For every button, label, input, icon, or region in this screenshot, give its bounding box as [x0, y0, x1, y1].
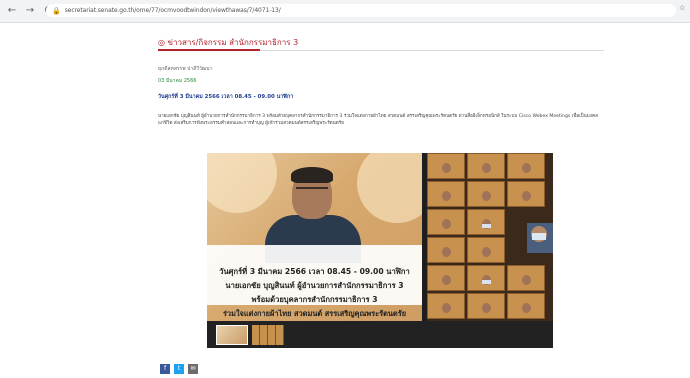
person-hair	[291, 167, 333, 183]
participant-tile	[427, 153, 465, 179]
video-call-photo[interactable]	[427, 153, 553, 321]
participant-tile	[467, 181, 505, 207]
person-glasses	[296, 187, 328, 195]
light-glow	[357, 153, 422, 223]
article-headline: วันศุกร์ที่ 3 มีนาคม 2566 เวลา 08.45 - 0…	[158, 94, 294, 100]
bookmark-star-icon[interactable]: ☆	[679, 4, 687, 12]
photo-gallery[interactable]: วันศุกร์ที่ 3 มีนาคม 2566 เวลา 08.45 - 0…	[207, 153, 553, 348]
article: ◎ ข่าวสาร/กิจกรรม สำนักกรรมาธิการ 3 ยุภด…	[158, 34, 604, 127]
participant-tile	[467, 209, 505, 235]
caption-line-2: นายเอกชัย บุญสินนท์ ผู้อำนวยการสำนักกรรม…	[225, 281, 404, 290]
caption-line-1: วันศุกร์ที่ 3 มีนาคม 2566 เวลา 08.45 - 0…	[219, 267, 410, 276]
participant-tile	[427, 181, 465, 207]
participant-tile	[467, 237, 505, 263]
participant-tile	[507, 153, 545, 179]
post-date: 03 มีนาคม 2566	[158, 78, 197, 84]
main-photo[interactable]: วันศุกร์ที่ 3 มีนาคม 2566 เวลา 08.45 - 0…	[207, 153, 422, 321]
email-share-button[interactable]: ✉	[188, 364, 198, 374]
section-header: ◎ ข่าวสาร/กิจกรรม สำนักกรรมาธิการ 3	[158, 34, 604, 51]
light-glow	[207, 153, 277, 213]
twitter-share-button[interactable]: t	[174, 364, 184, 374]
participant-tile	[427, 209, 465, 235]
thumbnail-strip	[207, 321, 553, 348]
forward-icon[interactable]: →	[24, 5, 36, 17]
participant-tile	[467, 153, 505, 179]
thumbnail-1[interactable]	[216, 325, 248, 345]
participant-tile	[427, 265, 465, 291]
article-body: นายเอกชัย บุญสินนท์ ผู้อำนวยการสำนักกรรม…	[158, 114, 598, 126]
address-bar[interactable]: 🔒 secretariat.senate.go.th/ome/77/ocmvoo…	[46, 4, 676, 17]
facebook-share-button[interactable]: f	[160, 364, 170, 374]
participant-tile	[427, 237, 465, 263]
face-mask	[532, 233, 546, 240]
participant-tile	[467, 265, 505, 291]
browser-toolbar: ← → C 🔒 secretariat.senate.go.th/ome/77/…	[0, 0, 690, 23]
participant-tile	[507, 181, 545, 207]
participant-tile	[507, 293, 545, 319]
back-icon[interactable]: ←	[6, 5, 18, 17]
caption-line-3: พร้อมด้วยบุคลากรสำนักกรรมาธิการ 3	[251, 295, 378, 304]
participant-tile	[427, 293, 465, 319]
section-title[interactable]: ◎ ข่าวสาร/กิจกรรม สำนักกรรมาธิการ 3	[158, 36, 298, 49]
author-name: ยุภดีสหสรรพ ปาลีวีวัฒนา	[158, 66, 213, 72]
lock-icon: 🔒	[52, 6, 61, 15]
participant-tile	[507, 265, 545, 291]
participant-tile	[467, 293, 505, 319]
url-text[interactable]: secretariat.senate.go.th/ome/77/ocmvoodt…	[65, 7, 281, 14]
thumbnail-2[interactable]	[252, 325, 284, 345]
caption-line-4: ร่วมใจแต่งกายผ้าไทย สวดมนต์ สรรเสริญคุณพ…	[222, 309, 407, 318]
